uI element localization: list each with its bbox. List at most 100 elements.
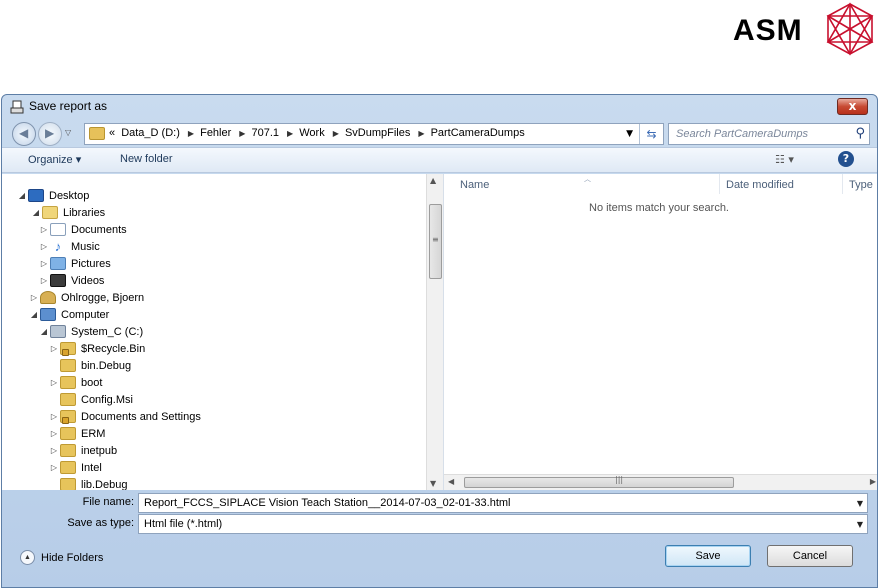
tree-item-folder[interactable]: lib.Debug [48,476,127,490]
chevron-down-icon[interactable]: ▼ [857,520,863,529]
expand-icon[interactable]: ▷ [48,429,60,438]
scroll-left-icon[interactable]: ◀ [448,477,454,486]
logo-text: ASM [733,14,803,47]
tree-item-label: inetpub [81,444,118,457]
chevron-up-icon: ▲ [20,550,35,565]
tree-item-desktop[interactable]: ◢ Desktop [16,187,89,204]
expand-icon[interactable]: ▷ [48,344,60,353]
music-icon: ♪ [54,239,62,254]
locked-folder-icon [60,342,76,356]
tree-item-system-c[interactable]: ◢ System_C (C:) [38,323,143,340]
expand-icon[interactable]: ◢ [28,310,40,319]
expand-icon[interactable]: ▷ [28,293,40,302]
column-header-type[interactable]: Type [849,174,873,196]
cancel-button[interactable]: Cancel [767,545,853,567]
refresh-button[interactable]: ⇆ [639,124,663,144]
desktop-icon [28,189,44,202]
breadcrumb-item[interactable]: Fehler [200,127,231,139]
search-icon[interactable]: ⚲ [855,126,865,141]
tree-item-computer[interactable]: ◢ Computer [28,306,109,323]
tree-item-user[interactable]: ▷ Ohlrogge, Bjoern [28,289,144,306]
tree-item-documents[interactable]: ▷ Documents [38,221,127,238]
chevron-down-icon[interactable]: ▼ [857,499,863,508]
computer-icon [40,308,56,321]
tree-item-folder[interactable]: ▷ inetpub [48,442,117,459]
breadcrumb-item[interactable]: Work [299,127,324,139]
tree-item-folder[interactable]: ▷ boot [48,374,102,391]
expand-icon[interactable]: ◢ [38,327,50,336]
new-folder-button[interactable]: New folder [120,153,173,165]
column-header-name[interactable]: Name [460,174,489,196]
column-divider[interactable] [842,174,843,194]
expand-icon[interactable]: ▷ [48,378,60,387]
documents-icon [50,223,66,236]
tree-item-folder[interactable]: ▷ Intel [48,459,102,476]
breadcrumb-item[interactable]: 707.1 [252,127,280,139]
folder-icon [60,427,76,440]
locked-folder-icon [60,410,76,424]
save-type-value: Html file (*.html) [144,518,223,530]
expand-icon[interactable]: ▷ [38,225,50,234]
tree-item-videos[interactable]: ▷ Videos [38,272,104,289]
column-divider[interactable] [719,174,720,194]
expand-icon[interactable]: ◢ [16,191,28,200]
user-icon [40,291,56,304]
forward-arrow-icon: ▶ [45,126,55,140]
views-icon[interactable]: ☷ ▾ [775,153,794,166]
chevron-right-icon[interactable]: ▶ [418,129,424,138]
help-icon[interactable]: ? [838,151,854,167]
dialog-title: Save report as [29,99,108,113]
chevron-right-icon[interactable]: ▶ [333,129,339,138]
recent-locations-dropdown[interactable]: ▽ [65,128,71,137]
breadcrumb-overflow[interactable]: « [109,127,115,139]
organize-button[interactable]: Organize ▾ [28,153,81,166]
scroll-thumb[interactable]: ||| [464,475,734,488]
navigation-scrollbar[interactable]: ▲ ≡ ▼ [426,174,443,490]
expand-icon[interactable]: ▷ [38,259,50,268]
expand-icon[interactable]: ▷ [38,242,50,251]
breadcrumb-item[interactable]: SvDumpFiles [345,127,410,139]
tree-item-pictures[interactable]: ▷ Pictures [38,255,111,272]
hide-folders-button[interactable]: ▲ Hide Folders [20,550,103,565]
tree-item-folder[interactable]: Config.Msi [48,391,133,408]
chevron-right-icon[interactable]: ▶ [188,129,194,138]
breadcrumb-item[interactable]: PartCameraDumps [431,127,525,139]
folder-icon [60,393,76,406]
scroll-thumb[interactable]: ≡ [429,204,442,279]
tree-item-folder[interactable]: ▷ ERM [48,425,105,442]
scroll-right-icon[interactable]: ▶ [870,477,876,486]
grip-icon: ≡ [432,235,439,244]
tree-item-libraries[interactable]: ◢ Libraries [30,204,105,221]
navigation-pane[interactable]: ◢ Desktop ◢ Libraries ▷ Documents ▷ ♪ Mu… [2,174,426,490]
chevron-right-icon[interactable]: ▶ [287,129,293,138]
expand-icon[interactable]: ▷ [48,412,60,421]
expand-icon[interactable]: ◢ [30,208,42,217]
folder-icon [60,461,76,474]
search-input[interactable]: Search PartCameraDumps ⚲ [668,123,870,145]
tree-item-label: Computer [61,308,110,321]
list-horizontal-scrollbar[interactable]: ◀ ||| ▶ [444,474,877,490]
expand-icon[interactable]: ▷ [38,276,50,285]
file-list[interactable]: ︿ Name Date modified Type No items match… [443,174,877,490]
expand-icon[interactable]: ▷ [48,463,60,472]
address-dropdown-icon[interactable]: ▼ [626,129,633,139]
breadcrumb-item[interactable]: Data_D (D:) [121,127,180,139]
close-button[interactable]: x [837,98,868,115]
expand-icon[interactable]: ▷ [48,446,60,455]
tree-item-music[interactable]: ▷ ♪ Music [38,238,100,255]
save-button[interactable]: Save [665,545,751,567]
tree-item-folder[interactable]: ▷ $Recycle.Bin [48,340,145,357]
back-button[interactable]: ◀ [12,122,36,146]
chevron-right-icon[interactable]: ▶ [239,129,245,138]
scroll-down-icon[interactable]: ▼ [430,479,436,488]
scroll-up-icon[interactable]: ▲ [430,176,436,185]
tree-item-label: Music [71,240,100,253]
tree-item-folder[interactable]: ▷ Documents and Settings [48,408,201,425]
column-header-date-modified[interactable]: Date modified [726,174,794,196]
address-bar[interactable]: « Data_D (D:) ▶ Fehler ▶ 707.1 ▶ Work ▶ SvDu… [84,123,664,145]
file-name-input[interactable]: Report_FCCS_SIPLACE Vision Teach Station… [138,493,868,513]
forward-button[interactable]: ▶ [38,122,62,146]
tree-item-folder[interactable]: bin.Debug [48,357,131,374]
dialog-icon [10,100,24,114]
save-type-select[interactable]: Html file (*.html) ▼ [138,514,868,534]
